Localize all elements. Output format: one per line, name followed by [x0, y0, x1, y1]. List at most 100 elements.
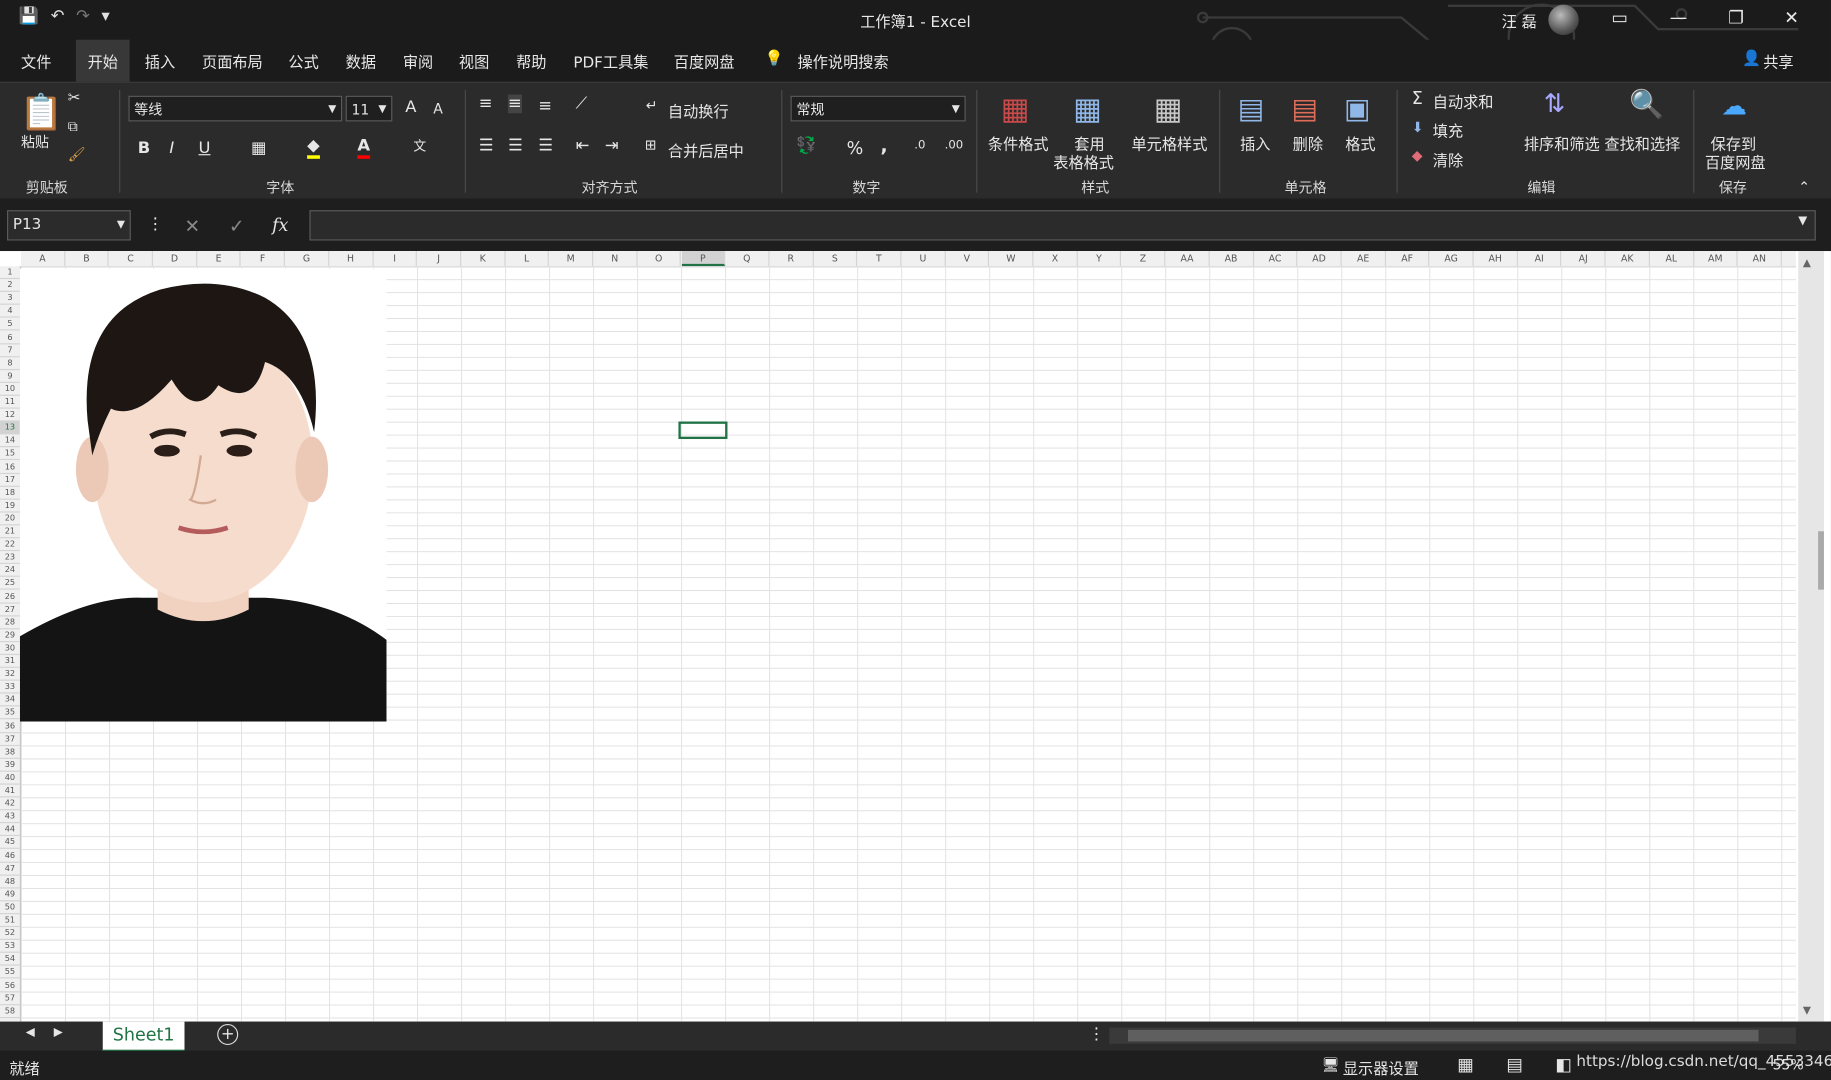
split-handle-icon[interactable]: ⋮ [1088, 1025, 1104, 1044]
more-icon[interactable]: ⋮ [147, 215, 163, 234]
row-header[interactable]: 28 [0, 616, 20, 630]
row-header[interactable]: 43 [0, 811, 20, 824]
row-header[interactable]: 49 [0, 888, 20, 902]
insert-cells-button[interactable]: 插入 [1240, 132, 1270, 155]
column-header-f[interactable]: F [241, 251, 286, 267]
row-header[interactable]: 35 [0, 707, 20, 720]
hscroll-thumb[interactable] [1127, 1029, 1759, 1042]
tab-pdf-tools[interactable]: PDF工具集 [573, 50, 648, 73]
row-header[interactable]: 5 [0, 318, 20, 331]
row-header[interactable]: 1 [0, 266, 20, 280]
column-header-s[interactable]: S [813, 251, 858, 267]
active-cell[interactable] [678, 421, 728, 440]
fill-button[interactable]: 填充 [1433, 119, 1463, 142]
cell-styles-icon[interactable]: ▦ [1154, 92, 1183, 127]
row-header[interactable]: 24 [0, 564, 20, 578]
column-header-q[interactable]: Q [725, 251, 770, 267]
row-header[interactable]: 25 [0, 577, 20, 591]
row-header[interactable]: 20 [0, 512, 20, 526]
scroll-down-icon[interactable]: ▼ [1803, 1005, 1811, 1017]
align-left-icon[interactable]: ☰ [479, 137, 494, 156]
format-cells-icon[interactable]: ▣ [1344, 92, 1370, 125]
increase-indent-icon[interactable]: ⇥ [605, 137, 619, 156]
format-as-table-icon[interactable]: ▦ [1073, 92, 1102, 127]
shrink-font-button[interactable]: A [433, 100, 443, 116]
row-header[interactable]: 13 [0, 421, 20, 435]
row-header[interactable]: 40 [0, 772, 20, 785]
zoom-level[interactable]: 55% [1773, 1057, 1804, 1073]
formula-input[interactable] [309, 210, 1816, 241]
font-color-icon[interactable]: A [357, 137, 370, 159]
column-header-k[interactable]: K [461, 251, 506, 267]
grow-font-button[interactable]: A [405, 98, 416, 117]
tab-review[interactable]: 审阅 [403, 50, 433, 73]
prev-sheet-icon[interactable]: ◀ [26, 1026, 35, 1039]
portrait-photo[interactable] [19, 268, 387, 722]
fill-color-icon[interactable]: ◆ [307, 137, 320, 159]
row-header[interactable]: 7 [0, 344, 20, 357]
bold-button[interactable]: B [138, 139, 150, 158]
column-header-i[interactable]: I [373, 251, 418, 267]
column-header-aa[interactable]: AA [1166, 251, 1210, 267]
column-header-c[interactable]: C [109, 251, 154, 267]
avatar[interactable] [1548, 4, 1579, 36]
orientation-icon[interactable]: ⟋ [576, 95, 587, 114]
row-header[interactable]: 38 [0, 746, 20, 759]
column-header-v[interactable]: V [945, 251, 990, 267]
ribbon-display-icon[interactable]: ▭ [1611, 7, 1628, 28]
row-header[interactable]: 47 [0, 862, 20, 876]
column-header-u[interactable]: U [901, 251, 946, 267]
row-header[interactable]: 34 [0, 694, 20, 707]
column-header-z[interactable]: Z [1122, 251, 1166, 267]
align-top-icon[interactable]: ≡ [479, 95, 493, 114]
row-header[interactable]: 18 [0, 487, 20, 500]
row-header[interactable]: 45 [0, 836, 20, 850]
horizontal-scrollbar[interactable] [1109, 1027, 1796, 1044]
comma-style-button[interactable]: , [880, 134, 887, 156]
align-center-icon[interactable]: ☰ [508, 137, 523, 156]
row-header[interactable]: 17 [0, 474, 20, 487]
row-header[interactable]: 48 [0, 875, 20, 889]
column-header-ag[interactable]: AG [1430, 251, 1474, 267]
page-break-view-icon[interactable]: ◧ [1555, 1054, 1572, 1075]
delete-cells-icon[interactable]: ▤ [1291, 92, 1317, 125]
autosum-button[interactable]: 自动求和 [1433, 90, 1494, 113]
row-header[interactable]: 22 [0, 538, 20, 552]
column-header-r[interactable]: R [769, 251, 814, 267]
column-header-af[interactable]: AF [1386, 251, 1430, 267]
column-header-an[interactable]: AN [1738, 251, 1782, 267]
cut-icon[interactable]: ✂ [68, 90, 81, 108]
expand-formula-icon[interactable]: ▼ [1798, 215, 1807, 228]
column-header-g[interactable]: G [285, 251, 330, 267]
sort-filter-button[interactable]: 排序和筛选 [1524, 132, 1600, 155]
underline-button[interactable]: U [199, 139, 211, 158]
font-name-select[interactable]: 等线 ▼ [128, 95, 343, 122]
column-header-ak[interactable]: AK [1606, 251, 1650, 267]
row-header[interactable]: 16 [0, 461, 20, 474]
column-header-ah[interactable]: AH [1474, 251, 1518, 267]
column-header-e[interactable]: E [197, 251, 242, 267]
column-header-t[interactable]: T [857, 251, 902, 267]
column-header-y[interactable]: Y [1078, 251, 1122, 267]
row-header[interactable]: 14 [0, 435, 20, 448]
row-header[interactable]: 4 [0, 305, 20, 319]
row-header[interactable]: 57 [0, 992, 20, 1005]
borders-icon[interactable]: ▦ [251, 139, 266, 158]
scroll-up-icon[interactable]: ▲ [1803, 258, 1811, 270]
row-header[interactable]: 55 [0, 966, 20, 980]
row-header[interactable]: 31 [0, 655, 20, 668]
normal-view-icon[interactable]: ▦ [1457, 1054, 1474, 1075]
column-header-d[interactable]: D [153, 251, 198, 267]
collapse-ribbon-icon[interactable]: ⌃ [1798, 179, 1810, 195]
find-select-icon[interactable]: 🔍 [1629, 88, 1664, 121]
row-header[interactable]: 2 [0, 279, 20, 293]
row-header[interactable]: 46 [0, 849, 20, 863]
paste-button[interactable]: 粘贴 [21, 132, 49, 152]
user-name[interactable]: 汪 磊 [1502, 9, 1537, 32]
column-header-aj[interactable]: AJ [1562, 251, 1606, 267]
number-format-select[interactable]: 常规 ▼ [790, 95, 966, 122]
font-size-select[interactable]: 11 ▼ [345, 95, 393, 122]
sheet-tab-sheet1[interactable]: Sheet1 [102, 1021, 185, 1053]
next-sheet-icon[interactable]: ▶ [54, 1026, 63, 1039]
page-layout-view-icon[interactable]: ▤ [1506, 1054, 1523, 1075]
